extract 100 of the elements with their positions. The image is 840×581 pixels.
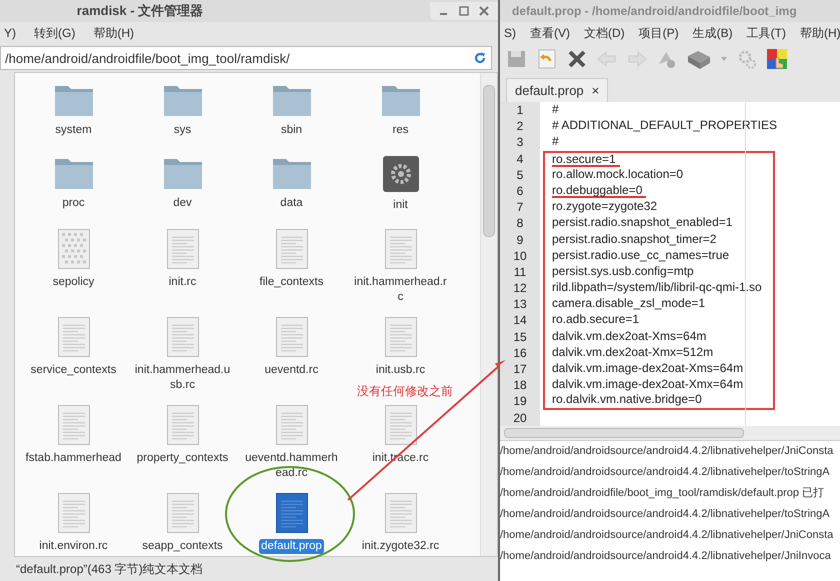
forward-icon[interactable] [626,48,648,70]
message-row[interactable]: /home/android/androidsource/android4.4.2/libnativehelper/toStringA [500,504,840,525]
menu-item[interactable]: 工具(T) [746,24,786,42]
message-row[interactable]: /home/android/androidfile/boot_img_tool/ramdisk/default.prop 已打 [500,483,840,504]
text-file-icon [384,493,416,533]
menu-item[interactable]: 查看(V) [530,24,570,42]
menu-item[interactable]: 帮助(H) [93,24,134,42]
file-item[interactable]: default.prop [237,487,346,554]
menu-item[interactable]: 项目(P) [638,24,679,42]
text-file-icon [166,317,198,357]
code-line: dalvik.vm.dex2oat-Xmx=512m [552,344,714,360]
code-line: # ADDITIONAL_DEFAULT_PROPERTIES [552,118,778,134]
save-icon[interactable] [506,48,528,70]
scrollbar[interactable] [480,73,497,556]
file-item[interactable]: init.rc [128,223,237,290]
folder-icon [54,83,94,117]
text-file-icon [276,229,308,269]
text-file-icon [276,317,308,357]
line-number: 6 [516,182,524,200]
file-item[interactable]: fstab.hammerhead [19,399,128,466]
file-item[interactable]: init.environ.rc [19,487,128,554]
settings-icon[interactable] [736,48,758,70]
revert-icon[interactable] [536,48,558,70]
line-number: 18 [512,377,528,394]
checkered-file-icon [58,229,90,269]
line-number: 16 [512,344,528,361]
file-item[interactable]: service_contexts [19,311,128,378]
code-line: rild.libpath=/system/lib/libril-qc-qmi-1.so [552,280,763,296]
line-number: 14 [512,312,528,329]
code-line: ro.allow.mock.location=0 [552,166,684,182]
line-number: 3 [516,134,524,151]
line-number: 1 [516,102,524,118]
file-item[interactable]: property_contexts [128,399,237,466]
menu-item[interactable]: 生成(B) [692,24,733,42]
menu-item[interactable]: Y) [4,26,16,40]
file-item[interactable]: file_contexts [237,223,346,290]
tab-close-button[interactable]: × [592,83,600,98]
file-tab[interactable]: default.prop × [506,78,608,102]
line-number: 7 [516,199,524,216]
file-item[interactable]: data [237,150,346,211]
text-file-icon [58,317,90,357]
code-line: persist.radio.snapshot_enabled=1 [552,215,734,230]
code-line: persist.radio.snapshot_timer=2 [552,232,718,246]
color-picker-icon[interactable] [766,48,788,70]
menu-item[interactable]: S) [504,26,516,40]
build-icon[interactable] [686,48,712,70]
line-number: 2 [516,118,524,134]
file-item[interactable]: init [346,150,455,213]
file-item[interactable]: ueventd.rc [237,311,346,378]
gear-icon [382,156,418,192]
code-line: ro.zygote=zygote32 [552,199,658,214]
file-item[interactable]: sys [128,77,237,138]
status-text: “default.prop”(463 字节)纯文本文档 [16,560,203,578]
folder-icon [272,156,312,190]
text-file-icon [384,229,416,269]
message-row[interactable]: /home/android/androidsource/android4.4.2/libnativehelper/toStringA [500,462,840,483]
menu-item[interactable]: 帮助(H) [800,24,840,42]
message-row[interactable]: /home/android/androidsource/android4.4.2/libnativehelper/JniInvoca [500,546,840,567]
back-icon[interactable] [596,48,618,70]
close-icon[interactable] [566,48,588,70]
scrollbar[interactable] [500,426,840,440]
code-line: dalvik.vm.image-dex2oat-Xms=64m [552,361,744,376]
maximize-icon[interactable] [458,5,470,17]
line-number: 15 [512,328,528,345]
text-file-icon [166,405,198,445]
code-line: camera.disable_zsl_mode=1 [552,296,706,312]
message-row[interactable]: /home/android/androidsource/android4.4.2/libnativehelper/JniConsta [500,441,840,462]
folder-icon [162,156,202,190]
code-line: dalvik.vm.image-dex2oat-Xmx=64m [552,377,744,392]
file-item[interactable]: sepolicy [19,223,128,290]
code-line: ro.dalvik.vm.native.bridge=0 [552,393,703,406]
message-row[interactable]: /home/android/androidsource/android4.4.2/libnativehelper/JniConsta [500,525,840,546]
file-item[interactable]: ueventd.hammerhead.rc [237,399,346,481]
path-field[interactable]: /home/android/androidfile/boot_img_tool/ramdisk/ [0,46,492,70]
file-item[interactable]: proc [19,150,128,211]
file-item[interactable]: dev [128,150,237,211]
line-number: 5 [516,166,524,183]
text-file-icon [166,493,198,533]
file-item[interactable]: init.zygote32.rc [346,487,455,554]
menu-item[interactable]: 转到(G) [34,24,76,42]
line-number: 10 [512,248,528,264]
text-file-icon [58,405,90,445]
line-number: 11 [512,264,528,280]
menu-item[interactable]: 文档(D) [584,24,625,42]
code-line: persist.radio.use_cc_names=true [552,248,730,263]
file-item[interactable]: init.usb.rc [346,311,455,378]
file-item[interactable]: system [19,77,128,138]
close-icon[interactable] [478,5,490,17]
line-number: 13 [512,296,528,312]
line-number: 12 [512,280,528,296]
file-item[interactable]: init.hammerhead.usb.rc [128,311,237,393]
refresh-icon[interactable] [473,51,487,65]
file-item[interactable]: seapp_contexts [128,487,237,554]
file-item[interactable]: res [346,77,455,138]
text-file-icon [276,405,308,445]
window-title: ramdisk - 文件管理器 [76,2,204,20]
line-number: 19 [512,393,528,410]
line-number: 20 [512,410,528,426]
file-item[interactable]: sbin [237,77,346,138]
file-item[interactable]: init.hammerhead.rc [346,223,455,305]
